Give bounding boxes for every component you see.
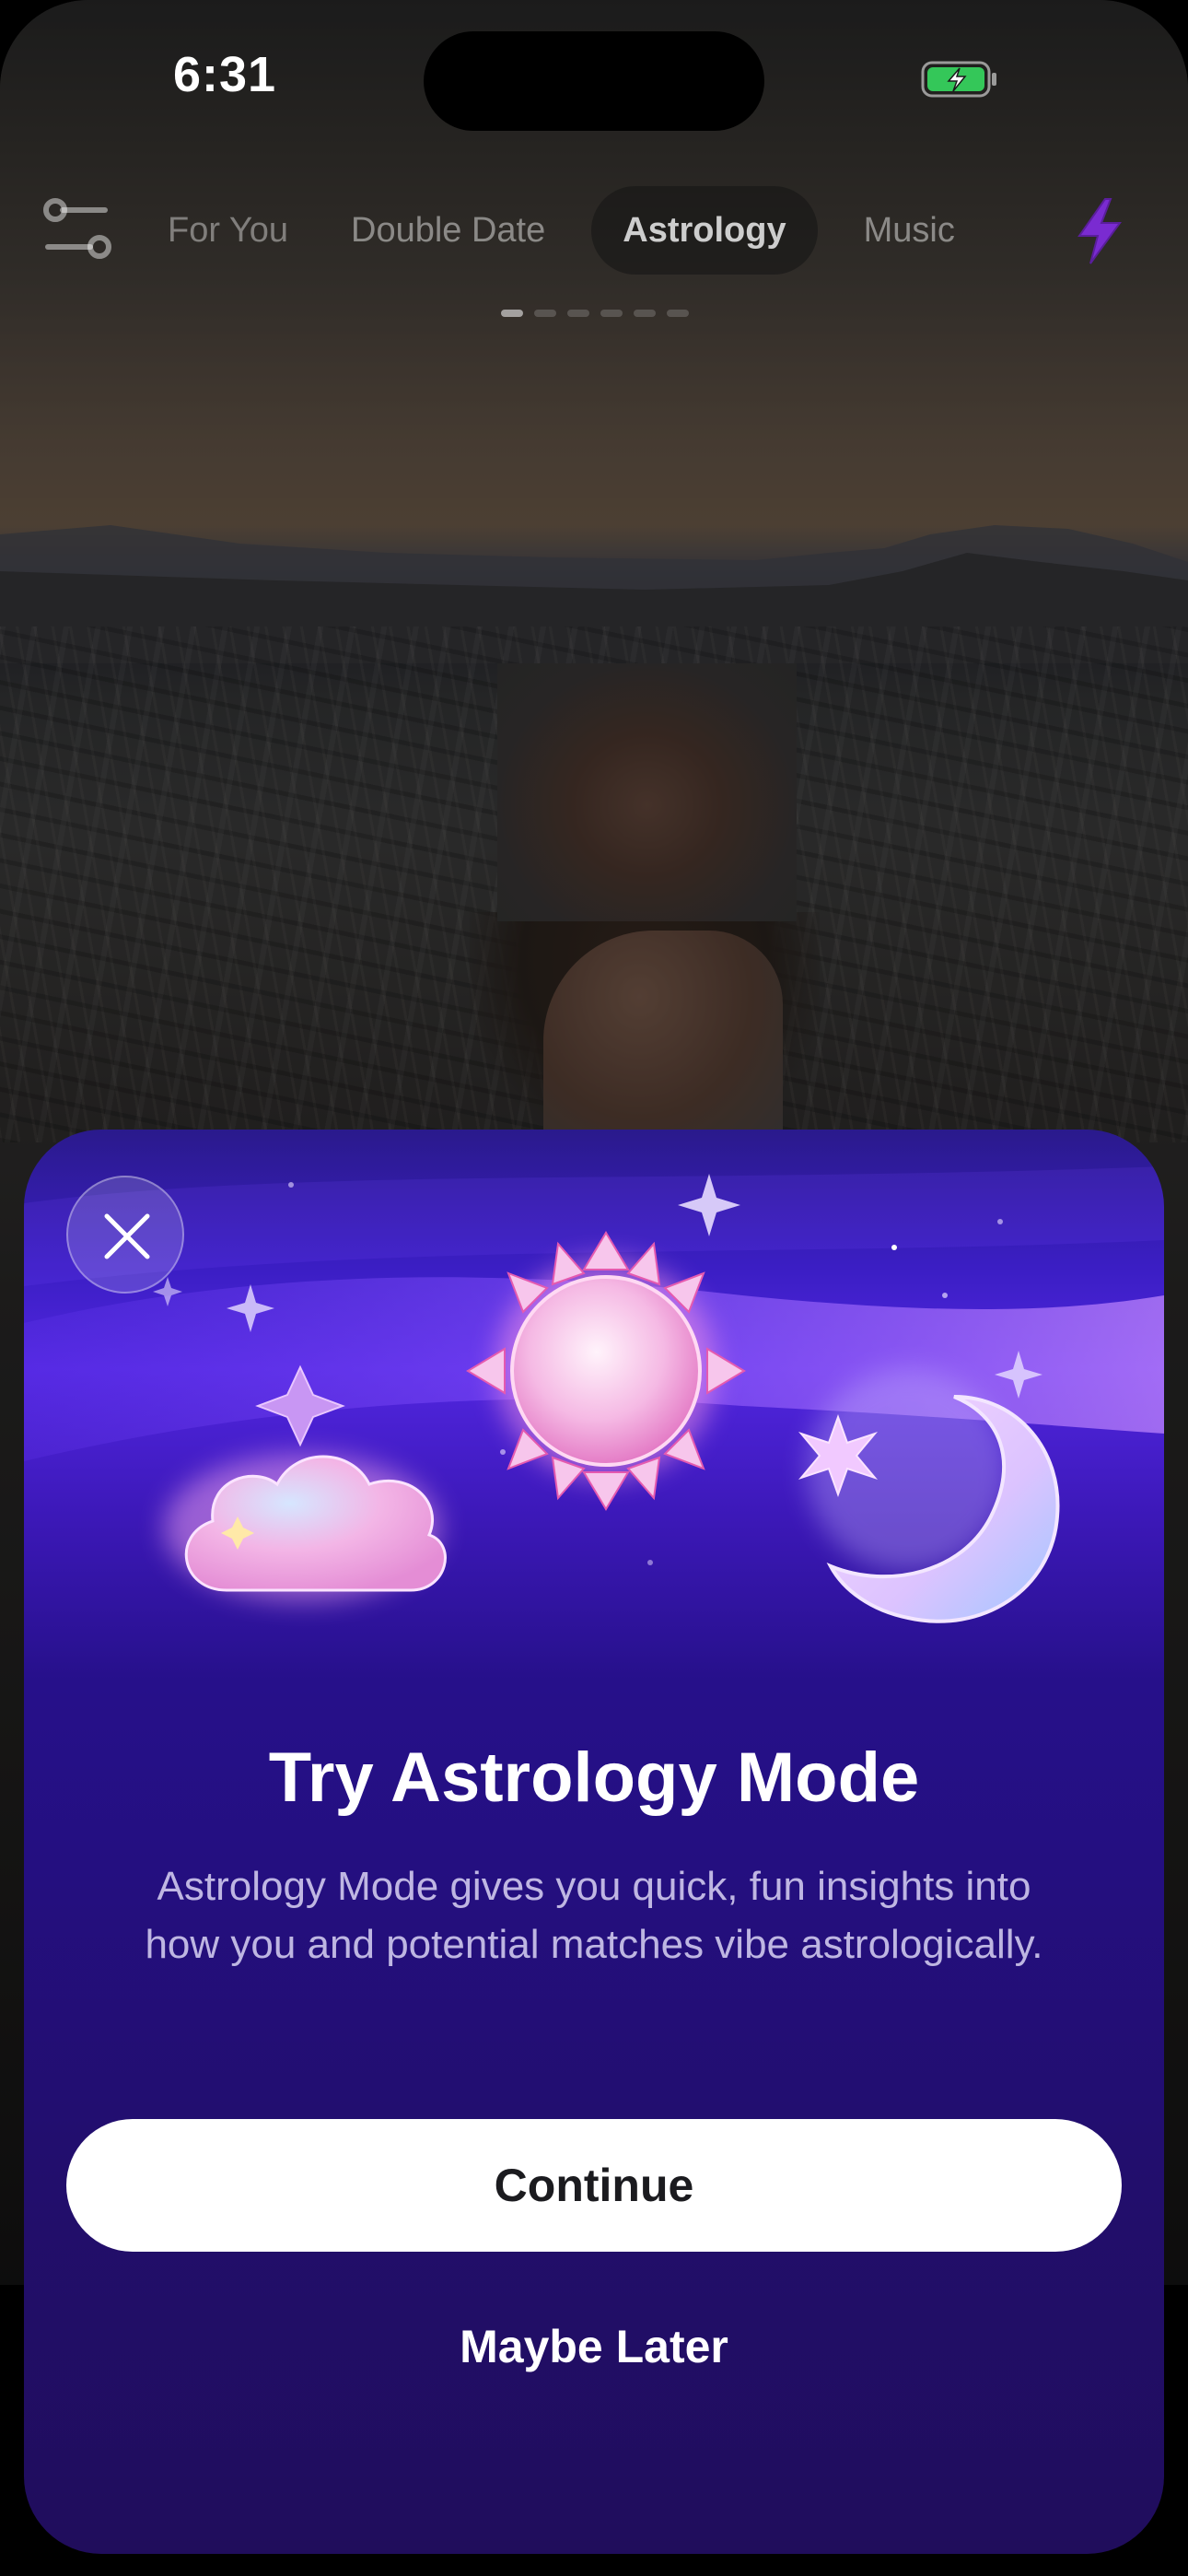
tab-music[interactable]: Music [833,186,986,275]
page-dot [667,310,689,317]
tab-astrology[interactable]: Astrology [591,186,818,275]
sliders-icon[interactable] [41,197,114,262]
modal-title: Try Astrology Mode [268,1739,920,1817]
mode-tabs: For You Double Date Astrology Music [138,186,986,275]
star-icon [255,1364,345,1447]
modal-description: Astrology Mode gives you quick, fun insi… [145,1864,1043,1967]
dynamic-island [424,31,764,131]
battery-charging-icon [921,61,996,98]
astrology-mode-modal: Try Astrology Mode Astrology Mode gives … [24,1130,1164,2554]
tab-for-you[interactable]: For You [138,186,320,275]
status-time: 6:31 [173,47,277,102]
tab-double-date[interactable]: Double Date [320,186,577,275]
page-dot [567,310,589,317]
page-dot [634,310,656,317]
astrology-illustration [153,1174,1060,1623]
photo-page-indicator [501,310,689,317]
lightning-bolt-icon[interactable] [1074,197,1125,265]
close-button[interactable] [66,1176,184,1294]
page-dot [600,310,623,317]
maybe-later-button[interactable]: Maybe Later [24,2320,1164,2373]
screen: 6:31 For You Double Date Astrology Music [0,0,1188,2576]
close-icon [104,1213,150,1259]
continue-button[interactable]: Continue [66,2119,1122,2252]
page-dot [501,310,523,317]
page-dot [534,310,556,317]
